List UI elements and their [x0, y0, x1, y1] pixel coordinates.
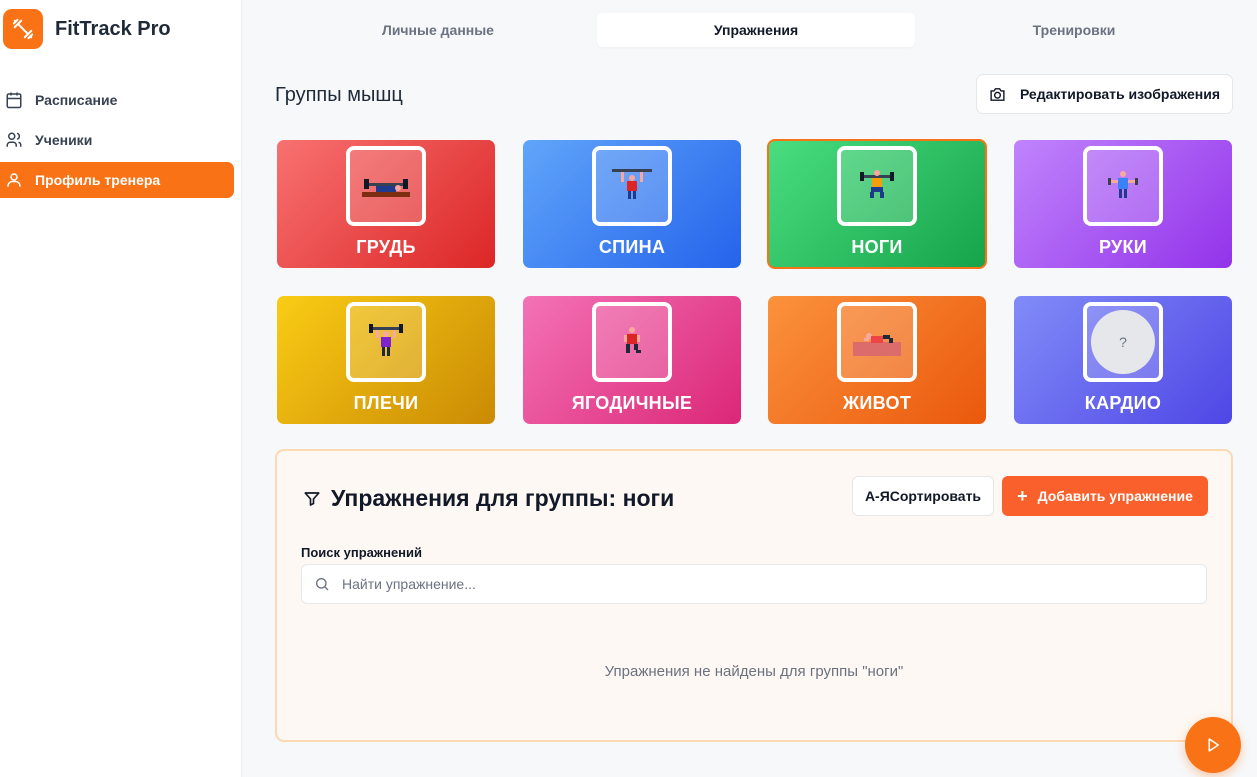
exercises-title-text: Упражнения для группы: ноги [331, 485, 675, 511]
sidebar-item-label: Ученики [35, 132, 93, 148]
muscle-card-arms[interactable]: РУКИ [1014, 140, 1232, 268]
camera-icon [989, 86, 1006, 103]
muscle-card-label: КАРДИО [1084, 393, 1162, 413]
muscle-card-glutes[interactable]: ЯГОДИЧНЫЕ [523, 296, 741, 424]
plus-icon: + [1017, 486, 1028, 506]
user-icon [5, 171, 23, 189]
muscle-groups-title: Группы мышц [275, 84, 403, 106]
tab-workouts[interactable]: Тренировки [915, 13, 1233, 47]
calendar-icon [5, 91, 23, 109]
exercises-panel: Упражнения для группы: ноги А-ЯСортирова… [275, 449, 1233, 742]
bench-press-icon [346, 146, 426, 226]
muscle-card-label: НОГИ [851, 237, 903, 257]
sidebar-item-trainer-profile[interactable]: Профиль тренера [0, 162, 234, 198]
tab-exercises[interactable]: Упражнения [597, 13, 915, 47]
muscle-card-label: ЖИВОТ [842, 393, 912, 413]
placeholder-question-mark: ? [1091, 310, 1155, 374]
profile-tabs: Личные данные Упражнения Тренировки [279, 13, 1233, 47]
sidebar-nav: Расписание Ученики Профиль тренера [0, 82, 242, 202]
sort-az-button[interactable]: А-ЯСортировать [852, 476, 994, 516]
sidebar-item-schedule[interactable]: Расписание [0, 82, 242, 118]
muscle-card-chest[interactable]: ГРУДЬ [277, 140, 495, 268]
placeholder-icon: ? [1083, 302, 1163, 382]
biceps-curl-icon [1083, 146, 1163, 226]
muscle-card-abs[interactable]: ЖИВОТ [768, 296, 986, 424]
sidebar: FitTrack Pro Расписание Ученики Профиль … [0, 0, 242, 777]
muscle-card-back[interactable]: СПИНА [523, 140, 741, 268]
edit-images-button[interactable]: Редактировать изображения [976, 74, 1233, 114]
tab-personal-data[interactable]: Личные данные [279, 13, 597, 47]
play-icon [1204, 736, 1222, 754]
edit-images-label: Редактировать изображения [1019, 86, 1221, 102]
muscle-card-label: ПЛЕЧИ [353, 393, 419, 413]
sidebar-item-label: Расписание [35, 92, 118, 108]
sidebar-item-students[interactable]: Ученики [0, 122, 242, 158]
squat-icon [837, 146, 917, 226]
exercises-title: Упражнения для группы: ноги [303, 485, 674, 512]
muscle-card-legs[interactable]: НОГИ [767, 139, 987, 269]
users-icon [5, 131, 23, 149]
lunge-icon [592, 302, 672, 382]
app-name: FitTrack Pro [55, 17, 171, 40]
search-label: Поиск упражнений [301, 545, 423, 560]
crunch-icon [837, 302, 917, 382]
dumbbell-logo-icon [3, 9, 43, 49]
muscle-card-label: ЯГОДИЧНЫЕ [571, 393, 693, 413]
muscle-card-label: СПИНА [598, 237, 666, 257]
add-exercise-label: Добавить упражнение [1037, 488, 1193, 504]
muscle-card-label: РУКИ [1098, 237, 1148, 257]
sidebar-item-label: Профиль тренера [35, 172, 161, 188]
overhead-press-icon [346, 302, 426, 382]
muscle-card-cardio[interactable]: ? КАРДИО [1014, 296, 1232, 424]
muscle-card-label: ГРУДЬ [356, 237, 416, 257]
search-input[interactable] [342, 576, 1142, 592]
pull-up-icon [592, 146, 672, 226]
play-fab-button[interactable] [1185, 717, 1241, 773]
add-exercise-button[interactable]: + Добавить упражнение [1002, 476, 1208, 516]
brand[interactable]: FitTrack Pro [3, 9, 171, 49]
search-icon [314, 576, 330, 592]
search-field[interactable] [301, 564, 1207, 604]
empty-state-message: Упражнения не найдены для группы "ноги" [604, 663, 904, 680]
filter-icon [303, 490, 321, 508]
muscle-card-shoulders[interactable]: ПЛЕЧИ [277, 296, 495, 424]
